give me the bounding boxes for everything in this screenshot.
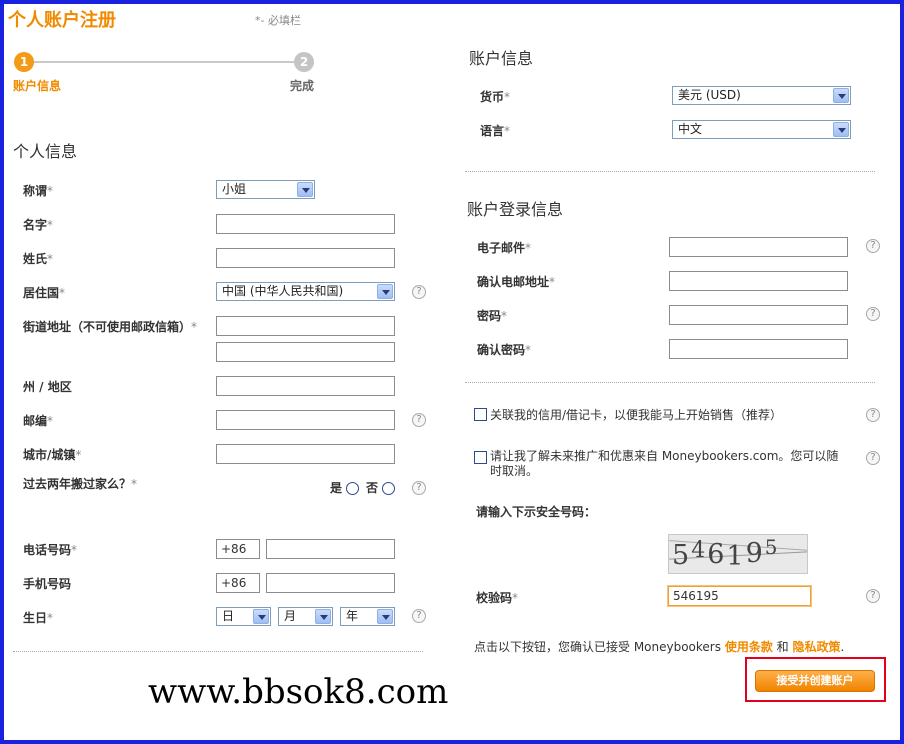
currency-label: 货币* xyxy=(480,90,511,104)
last-name-input[interactable] xyxy=(216,248,395,268)
help-icon[interactable]: ? xyxy=(866,239,880,253)
required-note: *- 必填栏 xyxy=(255,14,301,27)
language-label: 语言* xyxy=(480,124,511,138)
progress-line xyxy=(34,61,294,63)
page-frame xyxy=(0,0,904,744)
mobile-number-input[interactable] xyxy=(266,573,395,593)
link-card-checkbox[interactable] xyxy=(474,408,487,421)
street-label: 街道地址（不可使用邮政信箱）* xyxy=(23,320,198,334)
security-prompt: 请输入下示安全号码： xyxy=(476,505,597,519)
moved-no-label: 否 xyxy=(366,481,379,495)
moved-yes-label: 是 xyxy=(330,481,343,495)
title-label: 称谓* xyxy=(23,184,54,198)
state-input[interactable] xyxy=(216,376,395,396)
city-input[interactable] xyxy=(216,444,395,464)
captcha-code-input[interactable]: 546195 xyxy=(668,586,811,606)
privacy-link[interactable]: 隐私政策 xyxy=(792,640,840,654)
divider xyxy=(465,171,875,172)
account-section-title: 账户信息 xyxy=(469,49,534,68)
country-label: 居住国* xyxy=(23,286,66,300)
terms-link[interactable]: 使用条款 xyxy=(725,640,773,654)
birthday-year-select[interactable]: 年 xyxy=(340,607,395,626)
create-account-button[interactable]: 接受并创建账户 xyxy=(755,670,875,692)
personal-section-title: 个人信息 xyxy=(13,142,78,161)
email-label: 电子邮件* xyxy=(477,241,532,255)
country-select[interactable]: 中国 (中华人民共和国) xyxy=(216,282,395,301)
confirm-email-input[interactable] xyxy=(669,271,848,291)
help-icon[interactable]: ? xyxy=(866,307,880,321)
chevron-down-icon xyxy=(377,609,393,624)
mobile-code-input[interactable]: +86 xyxy=(216,573,260,593)
birthday-label: 生日* xyxy=(23,611,54,625)
help-icon[interactable]: ? xyxy=(412,413,426,427)
chevron-down-icon xyxy=(833,122,849,137)
zip-label: 邮编* xyxy=(23,414,54,428)
link-card-text: 关联我的信用/借记卡，以便我能马上开始销售（推荐） xyxy=(490,408,783,422)
mobile-label: 手机号码 xyxy=(23,577,72,591)
code-label: 校验码* xyxy=(476,591,519,605)
chevron-down-icon xyxy=(253,609,269,624)
login-section-title: 账户登录信息 xyxy=(467,200,564,219)
password-label: 密码* xyxy=(477,309,508,323)
step-2-label: 完成 xyxy=(290,79,315,93)
street-input-1[interactable] xyxy=(216,316,395,336)
chevron-down-icon xyxy=(315,609,331,624)
state-label: 州 / 地区 xyxy=(23,380,72,394)
password-input[interactable] xyxy=(669,305,848,325)
promo-text-line-1: 请让我了解未来推广和优惠来自 Moneybookers.com。您可以随 xyxy=(490,449,839,463)
promo-text-line-2: 时取消。 xyxy=(490,464,539,478)
agreement-text: 点击以下按钮，您确认已接受 Moneybookers 使用条款 和 隐私政策. xyxy=(474,640,845,654)
city-label: 城市/城镇* xyxy=(23,448,82,462)
email-input[interactable] xyxy=(669,237,848,257)
help-icon[interactable]: ? xyxy=(412,481,426,495)
promo-checkbox[interactable] xyxy=(474,451,487,464)
captcha-image: 546195 xyxy=(668,534,808,574)
step-2-badge: 2 xyxy=(294,52,314,72)
phone-label: 电话号码* xyxy=(23,543,78,557)
last-name-label: 姓氏* xyxy=(23,252,54,266)
step-1-badge: 1 xyxy=(14,52,34,72)
birthday-day-select[interactable]: 日 xyxy=(216,607,271,626)
help-icon[interactable]: ? xyxy=(412,285,426,299)
divider xyxy=(13,651,423,652)
title-select[interactable]: 小姐 xyxy=(216,180,315,199)
moved-label: 过去两年搬过家么？* xyxy=(23,477,138,491)
first-name-input[interactable] xyxy=(216,214,395,234)
help-icon[interactable]: ? xyxy=(866,589,880,603)
phone-code-input[interactable]: +86 xyxy=(216,539,260,559)
help-icon[interactable]: ? xyxy=(412,609,426,623)
zip-input[interactable] xyxy=(216,410,395,430)
phone-number-input[interactable] xyxy=(266,539,395,559)
chevron-down-icon xyxy=(833,88,849,103)
first-name-label: 名字* xyxy=(23,218,54,232)
birthday-month-select[interactable]: 月 xyxy=(278,607,333,626)
moved-yes-radio[interactable] xyxy=(346,482,359,495)
moved-no-radio[interactable] xyxy=(382,482,395,495)
confirm-email-label: 确认电邮地址* xyxy=(477,275,556,289)
watermark-text: www.bbsok8.com xyxy=(148,672,449,712)
street-input-2[interactable] xyxy=(216,342,395,362)
divider xyxy=(465,382,875,383)
confirm-password-label: 确认密码* xyxy=(477,343,532,357)
chevron-down-icon xyxy=(297,182,313,197)
step-1-label: 账户信息 xyxy=(13,79,62,93)
confirm-password-input[interactable] xyxy=(669,339,848,359)
chevron-down-icon xyxy=(377,284,393,299)
currency-select[interactable]: 美元 (USD) xyxy=(672,86,851,105)
help-icon[interactable]: ? xyxy=(866,408,880,422)
help-icon[interactable]: ? xyxy=(866,451,880,465)
language-select[interactable]: 中文 xyxy=(672,120,851,139)
page-title: 个人账户注册 xyxy=(8,10,116,31)
